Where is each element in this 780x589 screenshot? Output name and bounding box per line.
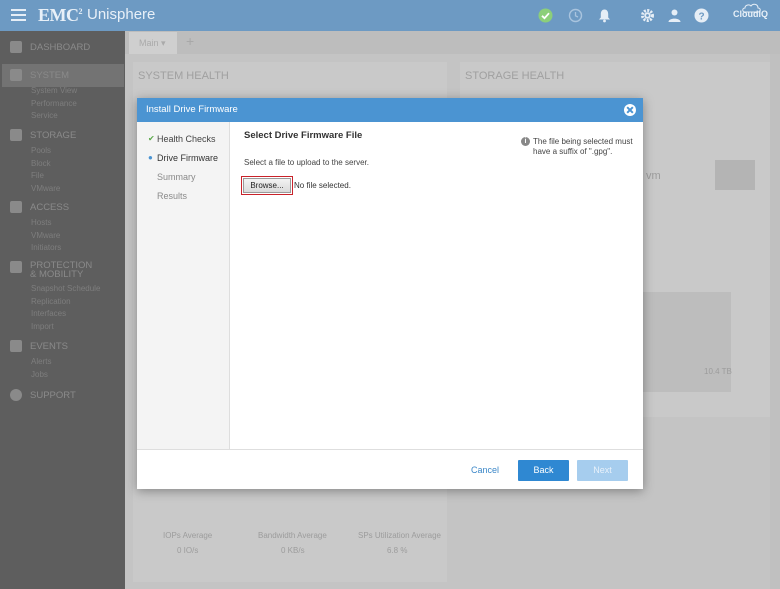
events-icon bbox=[10, 340, 22, 352]
system-health-title: SYSTEM HEALTH bbox=[138, 70, 229, 82]
dialog-footer: Cancel Back Next bbox=[137, 449, 643, 489]
cancel-button[interactable]: Cancel bbox=[471, 465, 499, 475]
check-icon: ✔ bbox=[148, 134, 155, 143]
dialog-title: Install Drive Firmware bbox=[146, 104, 238, 115]
sidebar-item-system-view[interactable]: System View bbox=[0, 85, 125, 98]
gear-icon[interactable] bbox=[640, 8, 655, 23]
install-drive-firmware-dialog: Install Drive Firmware ✔ Health Checks ● D… bbox=[137, 98, 643, 489]
sidebar-item-pools[interactable]: Pools bbox=[0, 145, 125, 158]
step-label: Results bbox=[157, 191, 188, 201]
sidebar-item-label: DASHBOARD bbox=[30, 42, 91, 53]
step-health-checks[interactable]: ✔ Health Checks bbox=[148, 134, 216, 144]
sidebar-item-block[interactable]: Block bbox=[0, 158, 125, 171]
sidebar-section-access: ACCESS Hosts VMware Initiators bbox=[0, 201, 125, 255]
back-button[interactable]: Back bbox=[518, 460, 569, 481]
sidebar-item-snapshot-schedule[interactable]: Snapshot Schedule bbox=[0, 283, 125, 296]
sidebar-section-title[interactable]: ACCESS bbox=[30, 202, 69, 213]
sidebar-section-title[interactable]: PROTECTION & MOBILITY bbox=[30, 260, 92, 280]
storage-icon bbox=[10, 129, 22, 141]
menu-icon[interactable] bbox=[11, 9, 26, 22]
sidebar-item-vmware[interactable]: VMware bbox=[0, 183, 125, 196]
current-step-dot-icon: ● bbox=[148, 153, 153, 162]
sp-utilization-value: 6.8 % bbox=[387, 546, 408, 555]
step-label: Summary bbox=[157, 172, 196, 182]
support-icon bbox=[10, 389, 22, 401]
sidebar-item-performance[interactable]: Performance bbox=[0, 98, 125, 111]
next-button: Next bbox=[577, 460, 628, 481]
sp-utilization-label: SPs Utilization Average bbox=[358, 531, 442, 540]
capacity-value: 10.4 TB bbox=[704, 367, 732, 376]
sidebar-item-service[interactable]: Service bbox=[0, 110, 125, 123]
sidebar-section-title[interactable]: SYSTEM bbox=[30, 70, 69, 81]
sidebar: DASHBOARD SYSTEM System View Performance… bbox=[0, 31, 125, 589]
iops-label: IOPs Average bbox=[163, 531, 213, 540]
dialog-header: Install Drive Firmware bbox=[137, 98, 643, 122]
selected-file-text: No file selected. bbox=[294, 181, 351, 190]
sidebar-section-system: SYSTEM System View Performance Service bbox=[0, 69, 125, 123]
scrollbar[interactable] bbox=[770, 54, 780, 589]
help-icon[interactable]: ? bbox=[694, 8, 709, 23]
sidebar-section-storage: STORAGE Pools Block File VMware bbox=[0, 129, 125, 195]
bandwidth-label: Bandwidth Average bbox=[258, 531, 327, 540]
top-bar: EMC2 Unisphere ? CloudIQ bbox=[0, 0, 780, 31]
product-name: Unisphere bbox=[87, 6, 156, 23]
sidebar-section-protection: PROTECTION & MOBILITY Snapshot Schedule … bbox=[0, 261, 125, 333]
sidebar-item-alerts[interactable]: Alerts bbox=[0, 356, 125, 369]
sidebar-item-hosts[interactable]: Hosts bbox=[0, 217, 125, 230]
sidebar-section-events: EVENTS Alerts Jobs bbox=[0, 340, 125, 381]
folder-icon bbox=[715, 160, 755, 190]
dashboard-icon bbox=[10, 41, 22, 53]
sidebar-section-title[interactable]: EVENTS bbox=[30, 341, 68, 352]
browse-button[interactable]: Browse... bbox=[241, 176, 293, 195]
sidebar-section-title[interactable]: STORAGE bbox=[30, 130, 76, 141]
vm-label: vm bbox=[646, 170, 661, 182]
alert-bell-icon[interactable] bbox=[597, 8, 612, 23]
cloudiq-label[interactable]: CloudIQ bbox=[733, 9, 768, 19]
svg-text:?: ? bbox=[698, 11, 704, 22]
step-summary: Summary bbox=[157, 172, 196, 182]
clock-icon[interactable] bbox=[568, 8, 583, 23]
sidebar-item-replication[interactable]: Replication bbox=[0, 296, 125, 309]
brand-logo: EMC2 bbox=[38, 5, 82, 25]
storage-health-title: STORAGE HEALTH bbox=[465, 70, 565, 82]
step-label: Drive Firmware bbox=[157, 153, 219, 163]
step-results: Results bbox=[157, 191, 187, 201]
sidebar-item-interfaces[interactable]: Interfaces bbox=[0, 308, 125, 321]
info-icon: i bbox=[521, 137, 530, 146]
step-drive-firmware[interactable]: ● Drive Firmware bbox=[148, 153, 219, 163]
check-status-icon[interactable] bbox=[538, 8, 553, 23]
info-text: The file being selected must have a suff… bbox=[533, 137, 633, 156]
sidebar-item-vmware-access[interactable]: VMware bbox=[0, 230, 125, 243]
bandwidth-value: 0 KB/s bbox=[281, 546, 305, 555]
access-icon bbox=[10, 201, 22, 213]
sidebar-section-title: SUPPORT bbox=[30, 390, 76, 401]
close-icon[interactable] bbox=[624, 104, 636, 116]
browse-button-label: Browse... bbox=[243, 178, 291, 193]
system-icon bbox=[10, 69, 22, 81]
capacity-chart bbox=[643, 292, 731, 392]
sidebar-item-jobs[interactable]: Jobs bbox=[0, 369, 125, 382]
sidebar-dashboard[interactable]: DASHBOARD bbox=[0, 41, 125, 57]
tab-bar: Main ▾ + bbox=[125, 31, 780, 54]
user-icon[interactable] bbox=[667, 8, 682, 23]
add-tab-button[interactable]: + bbox=[186, 33, 194, 49]
instruction-text: Select a file to upload to the server. bbox=[244, 158, 369, 167]
sidebar-item-import[interactable]: Import bbox=[0, 321, 125, 334]
step-label: Health Checks bbox=[157, 134, 216, 144]
sidebar-item-file[interactable]: File bbox=[0, 170, 125, 183]
sidebar-item-initiators[interactable]: Initiators bbox=[0, 242, 125, 255]
protection-icon bbox=[10, 261, 22, 273]
iops-value: 0 IO/s bbox=[177, 546, 199, 555]
tab-main[interactable]: Main ▾ bbox=[129, 32, 177, 54]
wizard-steps: ✔ Health Checks ● Drive Firmware Summary R… bbox=[137, 122, 230, 449]
sidebar-section-support[interactable]: SUPPORT bbox=[0, 389, 125, 405]
section-heading: Select Drive Firmware File bbox=[244, 130, 363, 141]
